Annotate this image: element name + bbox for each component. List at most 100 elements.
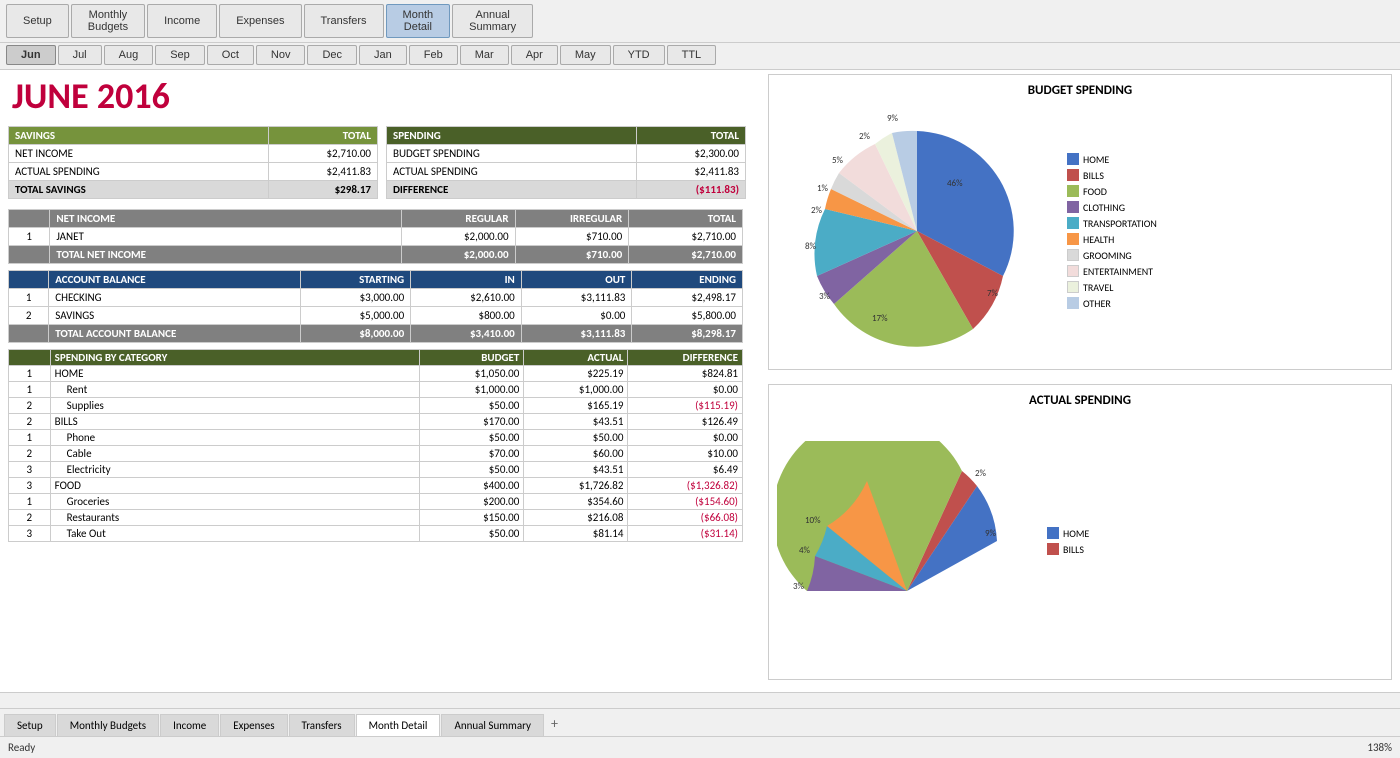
actual-legend-bills-label: BILLS [1063, 543, 1084, 556]
sbc-rent-actual: $1,000.00 [524, 382, 628, 398]
month-jun[interactable]: Jun [6, 45, 56, 65]
ni-row-num: 1 [9, 228, 50, 246]
month-aug[interactable]: Aug [104, 45, 154, 65]
ab-savings-starting: $5,000.00 [300, 307, 411, 325]
total-savings-value: $298.17 [269, 181, 378, 199]
legend-clothing: CLOTHING [1067, 201, 1157, 214]
savings-total-header: TOTAL [269, 127, 378, 145]
legend-home: HOME [1067, 153, 1157, 166]
legend-entertainment: ENTERTAINMENT [1067, 265, 1157, 278]
ni-total-regular: $2,000.00 [401, 246, 515, 264]
ni-label-header: NET INCOME [50, 210, 401, 228]
tab-setup[interactable]: Setup [4, 714, 56, 736]
sbc-restaurants-label: Restaurants [50, 510, 420, 526]
legend-bills-color [1067, 169, 1079, 181]
actual-bills-pct: 2% [975, 468, 987, 479]
sbc-restaurants-diff: ($66.08) [628, 510, 743, 526]
month-sep[interactable]: Sep [155, 45, 205, 65]
scroll-area[interactable] [0, 692, 1400, 708]
net-income-label: NET INCOME [9, 145, 269, 163]
clothing-pct: 3% [819, 291, 831, 302]
sbc-supplies-label: Supplies [50, 398, 420, 414]
month-ttl[interactable]: TTL [667, 45, 717, 65]
sbc-bills-label: BILLS [50, 414, 420, 430]
account-balance-table: ACCOUNT BALANCE STARTING IN OUT ENDING 1… [8, 270, 743, 343]
sbc-rent-label: Rent [50, 382, 420, 398]
sbc-budget-header: BUDGET [420, 350, 524, 366]
ab-total-out: $3,111.83 [521, 325, 632, 343]
tab-income[interactable]: Income [160, 714, 219, 736]
month-jan[interactable]: Jan [359, 45, 407, 65]
actual-pie-chart: 9% 2% 3% 4% 10% [777, 441, 1037, 641]
budget-spending-label: BUDGET SPENDING [387, 145, 637, 163]
savings-header: SAVINGS [9, 127, 269, 145]
sbc-food-actual: $1,726.82 [524, 478, 628, 494]
sbc-restaurants-actual: $216.08 [524, 510, 628, 526]
sbc-home-label: HOME [50, 366, 420, 382]
actual-health-pct: 10% [805, 515, 821, 526]
sbc-cable-actual: $60.00 [524, 446, 628, 462]
sbc-electricity-actual: $43.51 [524, 462, 628, 478]
tab-month-detail[interactable]: Month Detail [356, 714, 441, 737]
nav-expenses[interactable]: Expenses [219, 4, 301, 38]
sbc-bills-diff: $126.49 [628, 414, 743, 430]
actual-transport-pct: 4% [799, 545, 811, 556]
month-mar[interactable]: Mar [460, 45, 509, 65]
add-sheet-btn[interactable]: + [545, 711, 564, 736]
month-may[interactable]: May [560, 45, 611, 65]
nav-setup[interactable]: Setup [6, 4, 69, 38]
bills-pct: 7% [987, 288, 999, 299]
month-nov[interactable]: Nov [256, 45, 306, 65]
nav-annual[interactable]: Annual Summary [452, 4, 533, 38]
actual-legend-home-color [1047, 527, 1059, 539]
budget-pie-chart: 46% 7% 17% 3% 8% 2% 1% 5% 2% 9% [777, 101, 1057, 361]
sbc-3-2-num: 2 [9, 510, 51, 526]
food-pct: 17% [872, 313, 888, 324]
nav-income[interactable]: Income [147, 4, 217, 38]
spreadsheet: Setup Monthly Budgets Income Expenses Tr… [0, 0, 1400, 758]
ab-out-header: OUT [521, 271, 632, 289]
sbc-phone-actual: $50.00 [524, 430, 628, 446]
legend-grooming-label: GROOMING [1083, 249, 1132, 262]
ni-total-total: $2,710.00 [629, 246, 743, 264]
ab-row1-num: 1 [9, 289, 49, 307]
sbc-cable-label: Cable [50, 446, 420, 462]
sbc-1-num: 1 [9, 366, 51, 382]
sbc-takeout-label: Take Out [50, 526, 420, 542]
month-jul[interactable]: Jul [58, 45, 102, 65]
ab-in-header: IN [411, 271, 522, 289]
ab-checking-out: $3,111.83 [521, 289, 632, 307]
tab-transfers[interactable]: Transfers [289, 714, 355, 736]
nav-monthly-budgets[interactable]: Monthly Budgets [71, 4, 145, 38]
sbc-phone-budget: $50.00 [420, 430, 524, 446]
legend-entertainment-label: ENTERTAINMENT [1083, 265, 1153, 278]
month-ytd[interactable]: YTD [613, 45, 665, 65]
nav-month-detail[interactable]: Month Detail [386, 4, 451, 38]
legend-bills: BILLS [1067, 169, 1157, 182]
ab-total-num [9, 325, 49, 343]
tab-expenses[interactable]: Expenses [220, 714, 287, 736]
sbc-num-header [9, 350, 51, 366]
budget-spending-value: $2,300.00 [637, 145, 746, 163]
spending-header: SPENDING [387, 127, 637, 145]
nav-transfers[interactable]: Transfers [304, 4, 384, 38]
ni-total-irregular: $710.00 [515, 246, 629, 264]
month-oct[interactable]: Oct [207, 45, 254, 65]
month-apr[interactable]: Apr [511, 45, 558, 65]
status-bar: Ready 138% [0, 736, 1400, 758]
ab-total-starting: $8,000.00 [300, 325, 411, 343]
legend-clothing-label: CLOTHING [1083, 201, 1125, 214]
sbc-groceries-actual: $354.60 [524, 494, 628, 510]
tab-monthly-budgets[interactable]: Monthly Budgets [57, 714, 159, 736]
sbc-groceries-label: Groceries [50, 494, 420, 510]
sbc-home-diff: $824.81 [628, 366, 743, 382]
legend-transport-color [1067, 217, 1079, 229]
legend-food: FOOD [1067, 185, 1157, 198]
tab-annual-summary[interactable]: Annual Summary [441, 714, 544, 736]
other-pct: 9% [887, 113, 899, 124]
month-dec[interactable]: Dec [307, 45, 357, 65]
month-feb[interactable]: Feb [409, 45, 458, 65]
net-income-table: NET INCOME REGULAR IRREGULAR TOTAL 1 JAN… [8, 209, 743, 264]
sbc-rent-budget: $1,000.00 [420, 382, 524, 398]
page-title: JUNE 2016 [12, 74, 760, 118]
